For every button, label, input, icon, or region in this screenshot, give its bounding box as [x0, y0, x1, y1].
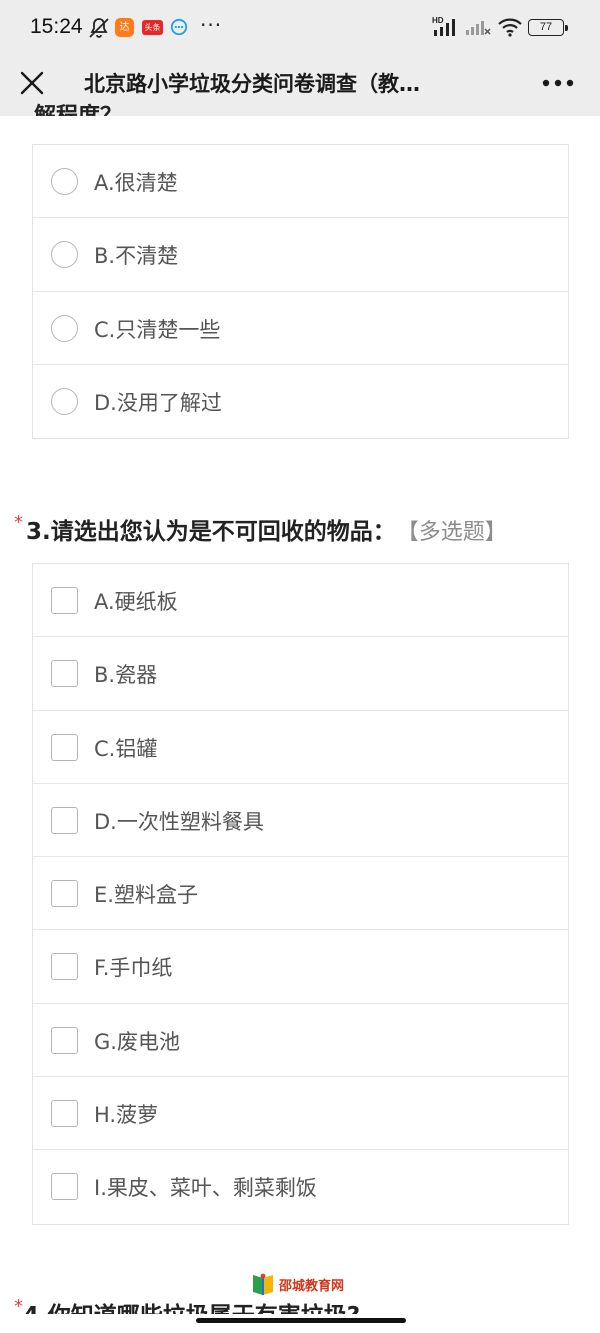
radio-button[interactable] [51, 387, 78, 415]
checkbox-option[interactable]: E.塑料盒子 [33, 857, 568, 931]
option-label: H.菠萝 [94, 1103, 159, 1128]
radio-button[interactable] [51, 168, 78, 195]
signal-icon: HD [432, 16, 455, 36]
checkbox[interactable] [51, 660, 78, 688]
checkbox[interactable] [51, 1026, 78, 1054]
checkbox-option[interactable]: I.果皮、菜叶、剩菜剩饭 [33, 1150, 568, 1223]
option-label: A.硬纸板 [94, 590, 178, 614]
more-icon[interactable] [541, 78, 575, 88]
close-icon[interactable] [18, 69, 46, 97]
option-label: C.铝罐 [94, 736, 158, 761]
checkbox[interactable] [51, 1173, 78, 1201]
checkbox[interactable] [51, 806, 78, 834]
status-bar: 15:24 达 头条 ··· HD 77 [0, 0, 600, 56]
question-3-options: A.硬纸板 B.瓷器 C.铝罐 D.一次性塑料餐具 E.塑料盒子 F.手巾纸 G… [32, 563, 569, 1225]
radio-button[interactable] [51, 241, 78, 269]
battery-icon: 77 [528, 19, 568, 36]
option-label: D.没用了解过 [94, 390, 222, 415]
radio-option[interactable]: B.不清楚 [33, 218, 568, 292]
svg-text:HD: HD [432, 16, 444, 25]
radio-option[interactable]: C.只清楚一些 [33, 292, 568, 365]
question-type: 【多选题】 [407, 520, 507, 545]
checkbox-option[interactable]: B.瓷器 [33, 637, 568, 711]
option-label: B.不清楚 [94, 244, 179, 269]
message-icon [170, 18, 188, 36]
option-label: G.废电池 [94, 1029, 180, 1054]
question-2-heading: 解程度？ [34, 96, 234, 116]
checkbox[interactable] [51, 953, 78, 981]
checkbox-option[interactable]: C.铝罐 [33, 711, 568, 784]
toutiao-icon: 头条 [142, 20, 163, 35]
question-2-options: A.很清楚 B.不清楚 C.只清楚一些 D.没用了解过 [32, 144, 569, 440]
option-label: F.手巾纸 [94, 956, 173, 981]
question-text: 3.请选出您认为是不可回收的物品： [26, 519, 396, 545]
status-time: 15:24 [30, 15, 83, 38]
checkbox[interactable] [51, 733, 78, 761]
home-indicator[interactable] [196, 1318, 406, 1323]
option-label: C.只清楚一些 [94, 317, 221, 342]
checkbox[interactable] [51, 880, 78, 908]
radio-option[interactable]: D.没用了解过 [33, 365, 568, 438]
option-label: D.一次性塑料餐具 [94, 809, 264, 834]
checkbox-option[interactable]: D.一次性塑料餐具 [33, 784, 568, 858]
option-label: A.很清楚 [94, 171, 178, 195]
status-more: ··· [200, 13, 223, 37]
checkbox-option[interactable]: A.硬纸板 [33, 564, 568, 638]
book-logo-icon [253, 1273, 273, 1295]
radio-option[interactable]: A.很清楚 [33, 145, 568, 219]
app-icon: 达 [115, 18, 134, 37]
watermark-text: 邵城教育网 [279, 1279, 345, 1294]
option-label: I.果皮、菜叶、剩菜剩饭 [94, 1176, 317, 1201]
option-label: B.瓷器 [94, 663, 158, 688]
question-text: 4.你知道哪些垃圾属于有害垃圾? [23, 1303, 360, 1314]
radio-button[interactable] [51, 314, 78, 342]
wifi-icon [498, 18, 522, 37]
page-title: 北京路小学垃圾分类问卷调查（教… [84, 72, 420, 96]
option-label: E.塑料盒子 [94, 883, 198, 908]
checkbox[interactable] [51, 1100, 78, 1128]
checkbox[interactable] [51, 587, 78, 614]
checkbox-option[interactable]: H.菠萝 [33, 1077, 568, 1151]
mute-icon [89, 18, 109, 38]
checkbox-option[interactable]: F.手巾纸 [33, 930, 568, 1004]
question-3-heading: * 3.请选出您认为是不可回收的物品： 【多选题】 [14, 512, 507, 546]
question-4-heading: *4.你知道哪些垃圾属于有害垃圾? [14, 1296, 434, 1314]
required-mark: * [14, 512, 23, 533]
required-mark: * [14, 1296, 23, 1314]
checkbox-option[interactable]: G.废电池 [33, 1004, 568, 1078]
signal-x-icon [466, 21, 491, 35]
